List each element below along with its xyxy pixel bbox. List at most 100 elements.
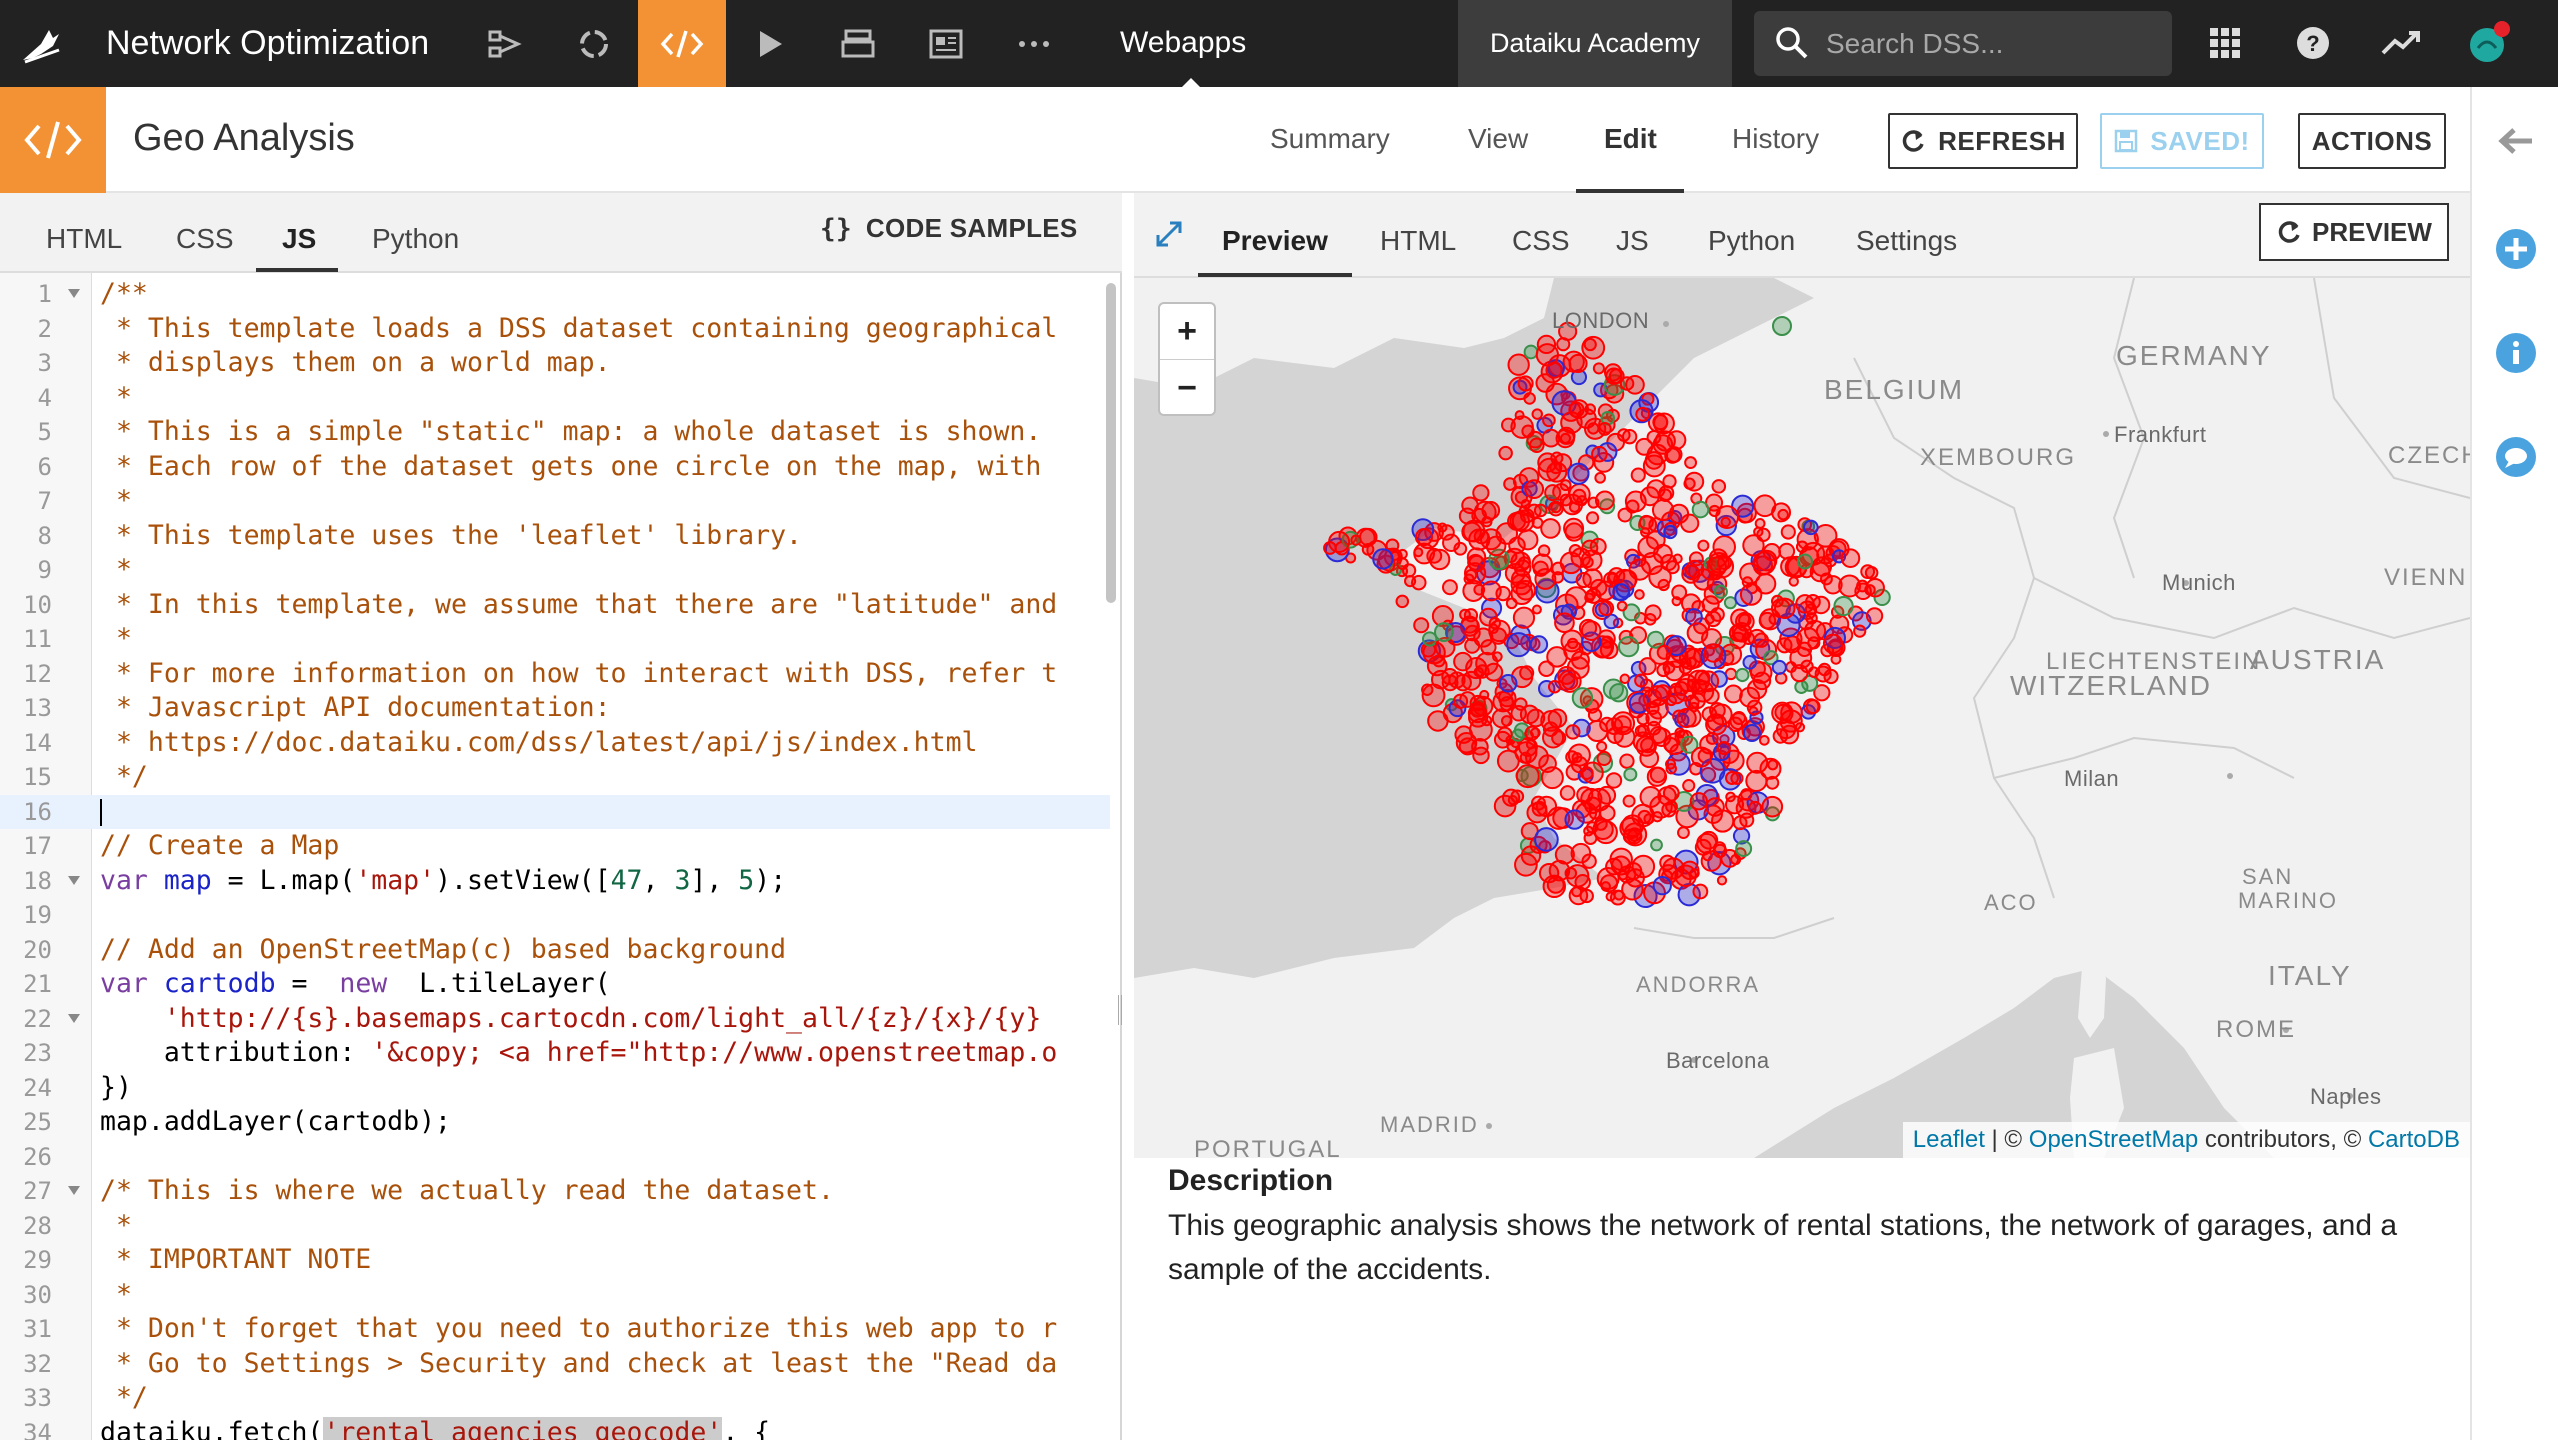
map-data-point[interactable] <box>1725 771 1739 785</box>
fold-toggle-icon[interactable] <box>68 875 80 885</box>
map-data-point[interactable] <box>1586 511 1600 525</box>
map-data-point[interactable] <box>1501 417 1516 433</box>
map-data-point[interactable] <box>1361 543 1375 556</box>
map-data-point[interactable] <box>1700 850 1722 872</box>
map-data-point[interactable] <box>1568 353 1588 373</box>
map-data-point[interactable] <box>1509 510 1531 532</box>
info-circle-icon[interactable] <box>2494 331 2538 375</box>
map-data-point[interactable] <box>1754 518 1766 529</box>
map-data-point[interactable] <box>1506 739 1520 753</box>
map-data-point[interactable] <box>1505 597 1518 610</box>
map-data-point[interactable] <box>1529 635 1549 654</box>
code-line[interactable]: 24}) <box>0 1071 1110 1106</box>
map-data-point[interactable] <box>1833 595 1854 617</box>
code-line[interactable]: 16 <box>0 794 1110 829</box>
map-data-point[interactable] <box>1588 807 1601 820</box>
map-data-point[interactable] <box>1685 656 1697 668</box>
map-data-point[interactable] <box>1780 701 1803 724</box>
map-data-point[interactable] <box>1414 528 1434 547</box>
map-data-point[interactable] <box>1551 561 1566 576</box>
map-data-point[interactable] <box>1524 725 1540 741</box>
map-data-point[interactable] <box>1656 663 1671 678</box>
map-data-point[interactable] <box>1540 518 1561 539</box>
panel-resize-handle[interactable] <box>1118 995 1122 1025</box>
map-data-point[interactable] <box>1860 564 1876 580</box>
map-data-point[interactable] <box>1767 759 1779 771</box>
map-data-point[interactable] <box>1452 693 1469 709</box>
map-data-point[interactable] <box>1658 488 1673 502</box>
map-data-point[interactable] <box>1686 622 1709 644</box>
map-data-point[interactable] <box>1550 451 1564 465</box>
map-data-point[interactable] <box>1428 548 1451 571</box>
map-data-point[interactable] <box>1491 708 1512 729</box>
code-line[interactable]: 29 * IMPORTANT NOTE <box>0 1243 1110 1278</box>
map-data-point[interactable] <box>1564 809 1585 830</box>
map-data-point[interactable] <box>1689 792 1708 811</box>
map-data-point[interactable] <box>1498 674 1518 693</box>
zoom-in-button[interactable]: + <box>1160 304 1214 360</box>
discussion-bubble-icon[interactable] <box>2494 435 2538 479</box>
map-data-point[interactable] <box>1413 547 1424 558</box>
map-data-point[interactable] <box>1511 728 1525 742</box>
dataiku-bird-logo-icon[interactable] <box>0 0 82 87</box>
code-line[interactable]: 26 <box>0 1140 1110 1175</box>
map-data-point[interactable] <box>1489 627 1508 645</box>
code-line[interactable]: 19 <box>0 898 1110 933</box>
lifecycle-icon[interactable] <box>550 0 638 87</box>
map-data-point[interactable] <box>1565 724 1581 740</box>
map-data-point[interactable] <box>1652 875 1672 896</box>
map-data-point[interactable] <box>1598 600 1615 617</box>
map-data-point[interactable] <box>1691 500 1710 519</box>
map-data-point[interactable] <box>1772 316 1792 336</box>
map-data-point[interactable] <box>1485 535 1507 557</box>
map-data-point[interactable] <box>1597 421 1612 436</box>
map-data-point[interactable] <box>1840 548 1861 568</box>
map-data-point[interactable] <box>1649 766 1667 784</box>
map-data-point[interactable] <box>1531 408 1543 420</box>
map-data-point[interactable] <box>1538 754 1557 773</box>
map-data-point[interactable] <box>1472 484 1490 502</box>
map-data-point[interactable] <box>1544 484 1562 502</box>
map-data-point[interactable] <box>1323 541 1337 555</box>
map-data-point[interactable] <box>1547 500 1564 517</box>
map-data-point[interactable] <box>1547 680 1562 694</box>
map-data-point[interactable] <box>1684 471 1705 492</box>
map-data-point[interactable] <box>1758 734 1770 746</box>
map-data-point[interactable] <box>1745 769 1768 793</box>
map-data-point[interactable] <box>1526 802 1548 824</box>
map-data-point[interactable] <box>1677 826 1690 839</box>
map-data-point[interactable] <box>1738 613 1752 628</box>
code-line[interactable]: 33 */ <box>0 1381 1110 1416</box>
code-line[interactable]: 3 * displays them on a world map. <box>0 346 1110 381</box>
map-data-point[interactable] <box>1464 624 1481 642</box>
map-data-point[interactable] <box>1728 624 1747 643</box>
map-data-point[interactable] <box>1676 707 1697 729</box>
map-data-point[interactable] <box>1646 630 1665 649</box>
map-data-point[interactable] <box>1533 503 1548 518</box>
page-title[interactable]: Geo Analysis <box>133 117 355 160</box>
map-data-point[interactable] <box>1413 617 1430 634</box>
map-data-point[interactable] <box>1739 583 1763 606</box>
map-data-point[interactable] <box>1681 564 1701 584</box>
map-data-point[interactable] <box>1771 659 1787 675</box>
activity-trend-icon[interactable] <box>2376 18 2426 68</box>
fold-toggle-icon[interactable] <box>68 289 80 298</box>
map-data-point[interactable] <box>1652 543 1673 564</box>
map-data-point[interactable] <box>1780 556 1801 577</box>
map-data-point[interactable] <box>1534 827 1559 852</box>
map-data-point[interactable] <box>1495 585 1511 602</box>
preview-button[interactable]: PREVIEW <box>2259 203 2449 261</box>
map-data-point[interactable] <box>1506 632 1532 658</box>
dashboard-icon[interactable] <box>902 0 990 87</box>
map-data-point[interactable] <box>1671 596 1682 607</box>
map-data-point[interactable] <box>1571 687 1594 709</box>
map-data-point[interactable] <box>1619 753 1635 769</box>
map-data-point[interactable] <box>1580 620 1602 641</box>
map-data-point[interactable] <box>1788 576 1799 587</box>
map-data-point[interactable] <box>1651 727 1672 747</box>
map-data-point[interactable] <box>1524 479 1545 500</box>
map-data-point[interactable] <box>1453 541 1468 556</box>
map-data-point[interactable] <box>1600 635 1614 649</box>
map-data-point[interactable] <box>1701 595 1720 614</box>
code-line[interactable]: 30 * <box>0 1278 1110 1313</box>
